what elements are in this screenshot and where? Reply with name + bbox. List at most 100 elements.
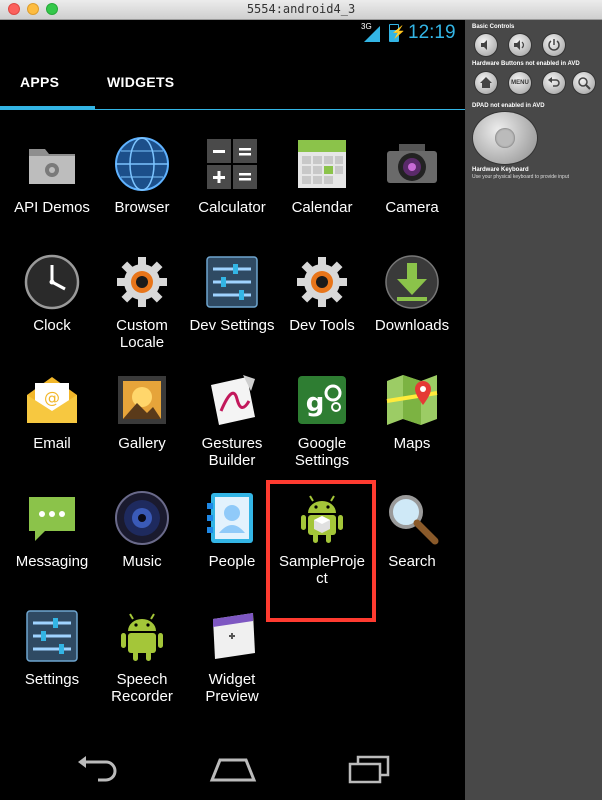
tab-apps[interactable]: APPS [20,74,59,90]
app-browser[interactable]: Browser [96,135,188,216]
back-icon [548,77,560,87]
app-label: Gestures Builder [201,435,263,469]
google-settings-icon: g [293,371,351,429]
app-widget-preview[interactable]: Widget Preview [186,607,278,705]
widget-preview-icon [203,607,261,665]
android-icon [113,607,171,665]
app-label: Music [122,553,162,570]
svg-text:g: g [306,388,325,418]
app-maps[interactable]: Maps [366,371,458,452]
app-gallery[interactable]: Gallery [96,371,188,452]
app-dev-tools[interactable]: Dev Tools [276,253,368,334]
app-email[interactable]: @ Email [6,371,98,452]
recent-apps-icon[interactable] [344,754,394,784]
basic-controls-label: Basic Controls [472,24,515,30]
app-music[interactable]: Music [96,489,188,570]
clock-icon [23,253,81,311]
app-calculator[interactable]: Calculator [186,135,278,216]
camera-icon [383,135,441,193]
app-label: Gallery [118,435,166,452]
app-label: Browser [114,199,170,216]
download-icon [383,253,441,311]
volume-up-icon [514,40,525,50]
calendar-icon [293,135,351,193]
volume-up-button[interactable] [509,34,531,56]
gear-icon [113,253,171,311]
window-title: 5554:android4_3 [246,2,356,16]
hardware-keyboard-note: Use your physical keyboard to provide in… [472,174,569,180]
emulator-controls-panel: Basic Controls Hardware Buttons not enab… [465,20,602,800]
search-icon [383,489,441,547]
app-label: Dev Settings [189,317,275,334]
app-people[interactable]: People [186,489,278,570]
gallery-icon [113,371,171,429]
calculator-icon [203,135,261,193]
home-hw-button[interactable] [475,72,497,94]
app-settings[interactable]: Settings [6,607,98,688]
drawer-tabs: APPS WIDGETS [0,64,465,110]
search-hw-button[interactable] [573,72,595,94]
power-icon [548,39,560,51]
music-icon [113,489,171,547]
app-custom-locale[interactable]: Custom Locale [96,253,188,351]
app-label: Settings [24,671,80,688]
app-label: Widget Preview [205,671,259,705]
app-label: Messaging [15,553,89,570]
dpad[interactable] [473,112,537,164]
email-icon: @ [23,371,81,429]
sliders-icon [203,253,261,311]
message-icon [23,489,81,547]
app-speech-recorder[interactable]: Speech Recorder [96,607,188,705]
app-clock[interactable]: Clock [6,253,98,334]
app-label: API Demos [14,199,90,216]
app-label: Calendar [291,199,353,216]
globe-icon [113,135,171,193]
app-camera[interactable]: Camera [366,135,458,216]
dpad-label: DPAD not enabled in AVD [472,103,545,109]
back-hw-button[interactable] [543,72,565,94]
app-label: Clock [33,317,71,334]
volume-down-icon [481,40,487,50]
app-label: Maps [393,435,431,452]
power-button[interactable] [543,34,565,56]
sliders-icon [23,607,81,665]
app-gestures-builder[interactable]: Gestures Builder [186,371,278,469]
navigation-bar [0,740,465,800]
gear-icon [293,253,351,311]
app-messaging[interactable]: Messaging [6,489,98,570]
app-label: Email [33,435,71,452]
app-label: Camera [385,199,439,216]
map-icon [383,371,441,429]
folder-icon [23,135,81,193]
window-titlebar: 5554:android4_3 [0,0,602,20]
home-icon[interactable] [208,754,258,784]
app-dev-settings[interactable]: Dev Settings [186,253,278,334]
app-label: Speech Recorder [111,671,173,705]
app-api-demos[interactable]: API Demos [6,135,98,216]
status-clock: 12:19 [408,22,456,43]
tab-divider [0,109,465,110]
status-bar: 3G ⚡ 12:19 [0,20,465,46]
volume-down-button[interactable] [475,34,497,56]
back-icon[interactable] [72,754,122,784]
hardware-keyboard-label: Hardware Keyboard [472,167,529,173]
app-label: Search [388,553,436,570]
app-label: Calculator [198,199,266,216]
menu-hw-button[interactable]: MENU [509,72,531,94]
svg-text:@: @ [44,388,60,407]
charging-icon: ⚡ [391,25,406,39]
app-google-settings[interactable]: g Google Settings [276,371,368,469]
signal-icon [364,26,380,42]
app-calendar[interactable]: Calendar [276,135,368,216]
dpad-center-button[interactable] [495,128,515,148]
home-icon [480,77,492,88]
app-label: Downloads [374,317,450,334]
tab-widgets[interactable]: WIDGETS [107,74,174,90]
contacts-icon [203,489,261,547]
app-search[interactable]: Search [366,489,458,570]
search-icon [578,77,591,90]
app-label: Google Settings [294,435,350,469]
device-screen: 3G ⚡ 12:19 APPS WIDGETS API Demos Browse… [0,20,465,800]
app-downloads[interactable]: Downloads [366,253,458,334]
highlight-box [266,480,376,622]
